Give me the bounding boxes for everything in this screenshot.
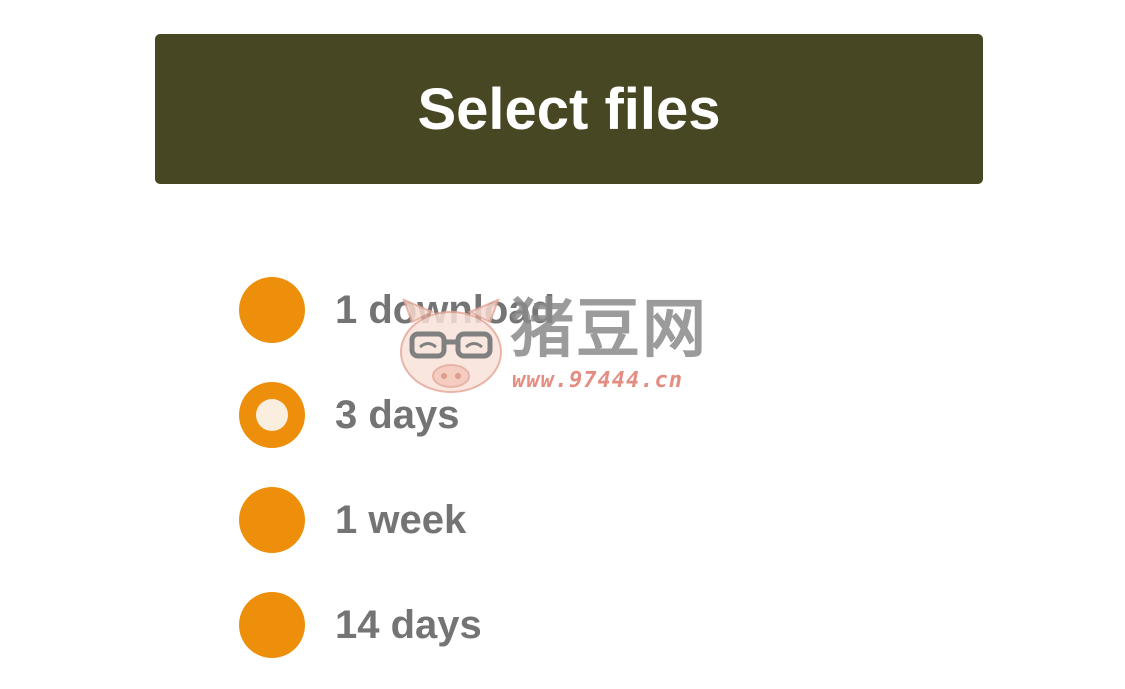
upload-page: Select files 1 download 3 days 1 week 14…	[0, 0, 1125, 689]
expiry-option-1-week[interactable]: 1 week	[239, 487, 939, 553]
option-label: 14 days	[335, 603, 482, 647]
option-label: 3 days	[335, 393, 460, 437]
radio-button[interactable]	[239, 487, 305, 553]
expiry-option-1-download[interactable]: 1 download	[239, 277, 939, 343]
radio-button[interactable]	[239, 592, 305, 658]
radio-button[interactable]	[239, 382, 305, 448]
option-label: 1 week	[335, 498, 467, 542]
expiry-option-14-days[interactable]: 14 days	[239, 592, 939, 658]
expiry-option-3-days[interactable]: 3 days	[239, 382, 939, 448]
radio-dot	[256, 399, 288, 431]
radio-button[interactable]	[239, 277, 305, 343]
option-label: 1 download	[335, 288, 555, 332]
select-files-button[interactable]: Select files	[155, 34, 983, 184]
expiry-options: 1 download 3 days 1 week 14 days	[239, 277, 939, 689]
